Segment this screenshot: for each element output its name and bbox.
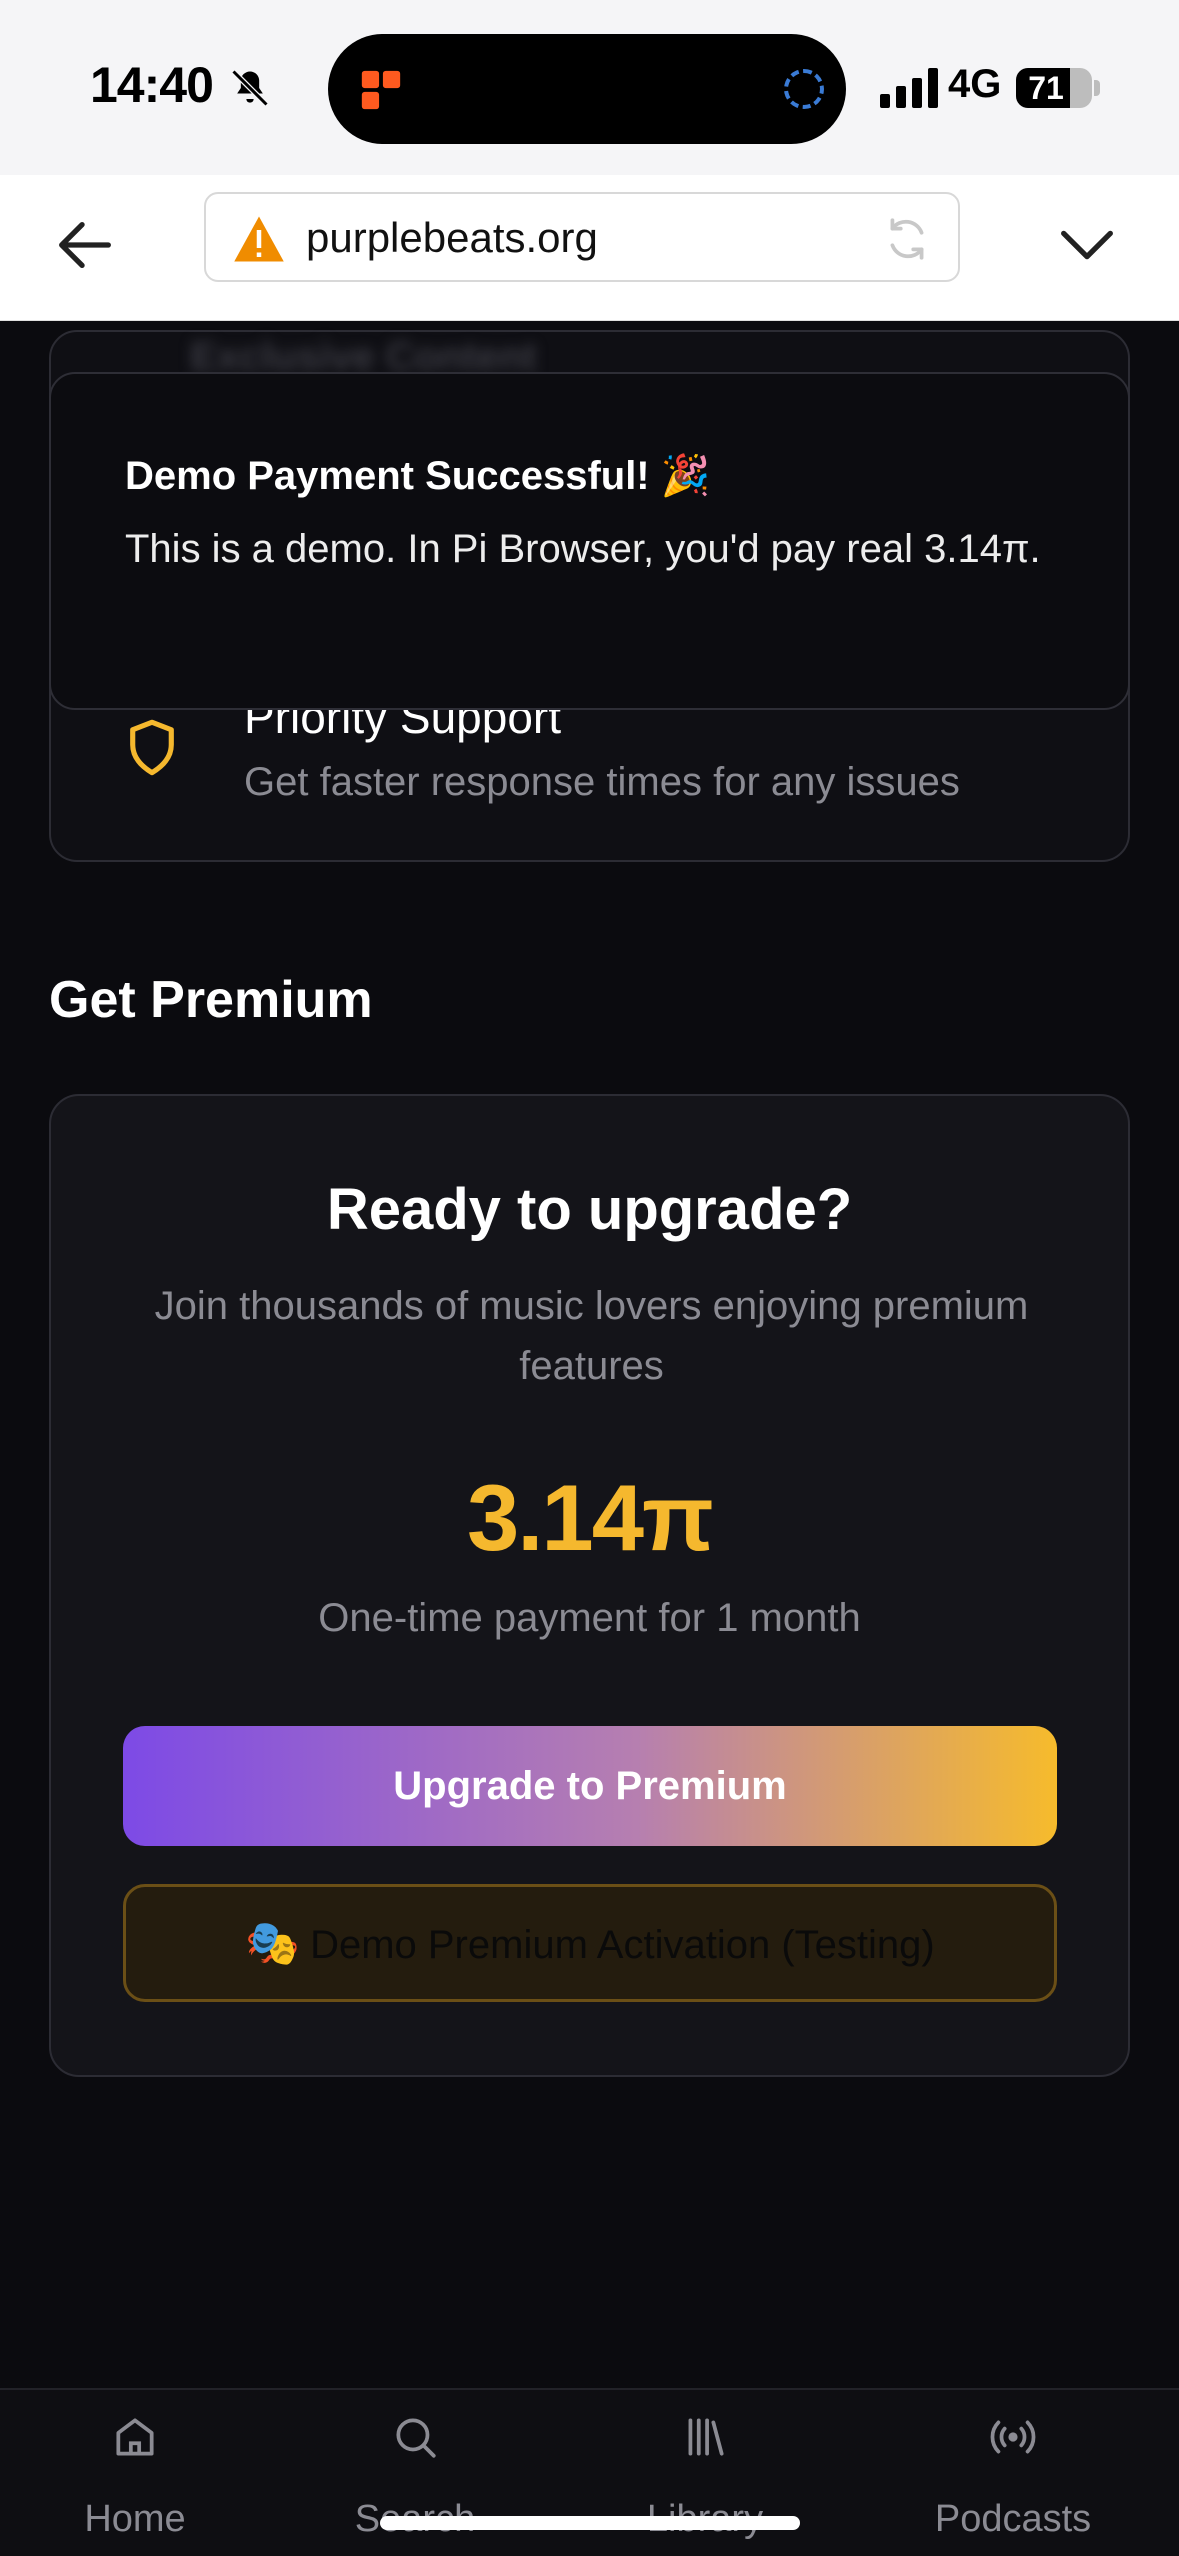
price-note: One-time payment for 1 month <box>318 1596 861 1640</box>
browser-toolbar: purplebeats.org <box>0 175 1179 321</box>
url-text: purplebeats.org <box>306 214 598 261</box>
podcast-icon <box>990 2420 1036 2454</box>
address-bar[interactable]: purplebeats.org <box>204 192 960 282</box>
payment-toast[interactable]: Demo Payment Successful! 🎉 This is a dem… <box>49 372 1130 710</box>
back-arrow-icon[interactable] <box>50 210 120 280</box>
signal-icon <box>880 68 938 108</box>
feature-description: Get faster response times for any issues <box>244 760 960 804</box>
premium-card: Ready to upgrade? Join thousands of musi… <box>49 1094 1130 2077</box>
search-icon <box>396 2418 436 2458</box>
dynamic-island <box>328 34 846 144</box>
demo-activation-button[interactable]: 🎭 Demo Premium Activation (Testing) <box>123 1884 1057 2002</box>
chevron-down-icon[interactable] <box>1052 210 1122 280</box>
battery-level: 71 <box>1028 70 1064 106</box>
nav-library[interactable]: Library <box>575 2390 835 2556</box>
network-type: 4G <box>948 62 1002 106</box>
status-bar: 14:40 4G 71 <box>0 0 1179 175</box>
library-icon <box>688 2418 724 2456</box>
home-icon <box>116 2418 154 2456</box>
price: 3.14π <box>467 1465 714 1570</box>
shield-icon <box>130 719 174 776</box>
nav-search[interactable]: Search <box>285 2390 545 2556</box>
status-time: 14:40 <box>90 57 214 113</box>
theater-masks-icon: 🎭 <box>245 1919 301 1968</box>
reload-icon[interactable] <box>882 214 932 264</box>
card-subtitle: Join thousands of music lovers enjoying … <box>154 1284 1029 1388</box>
home-indicator[interactable] <box>380 2516 800 2530</box>
nav-podcasts[interactable]: Podcasts <box>883 2390 1143 2556</box>
nav-home[interactable]: Home <box>5 2390 265 2556</box>
bottom-navigation: Home Search Library Podcasts <box>0 2388 1179 2556</box>
demo-button-label: Demo Premium Activation (Testing) <box>310 1923 935 1967</box>
battery-cap <box>1094 80 1100 96</box>
bell-off-icon <box>231 69 269 107</box>
nav-label: Podcasts <box>934 2498 1092 2540</box>
app-activity-icon <box>361 70 401 110</box>
nav-label: Home <box>84 2498 186 2540</box>
warning-icon <box>234 216 284 262</box>
toast-message: This is a demo. In Pi Browser, you'd pay… <box>125 527 1041 571</box>
battery-icon: 71 <box>1016 68 1092 108</box>
section-title: Get Premium <box>49 971 373 1029</box>
upgrade-button[interactable]: Upgrade to Premium <box>123 1726 1057 1846</box>
activity-indicator-icon <box>784 69 824 109</box>
toast-title: Demo Payment Successful! 🎉 <box>125 454 711 498</box>
card-heading: Ready to upgrade? <box>326 1177 853 1242</box>
